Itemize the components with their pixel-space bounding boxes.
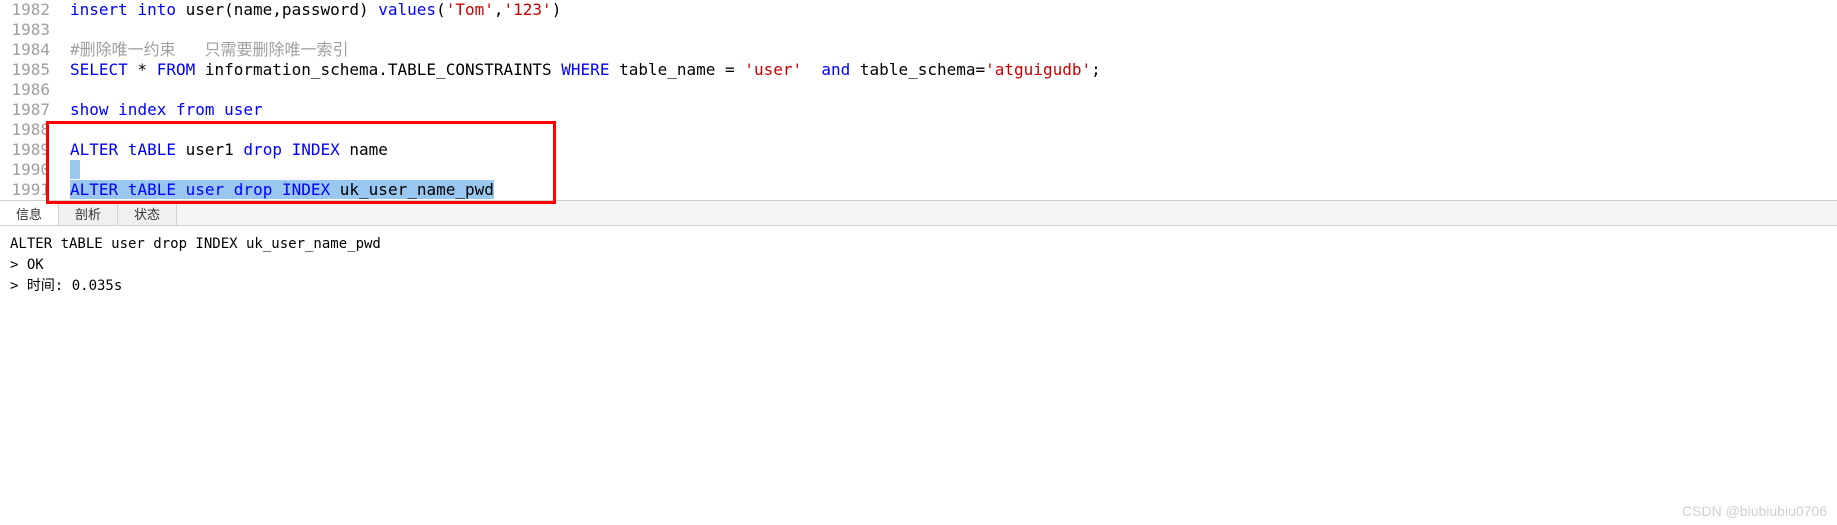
code-content[interactable] [60, 120, 70, 140]
code-line[interactable]: 1983 [0, 20, 1837, 40]
token: drop [234, 180, 273, 199]
token: into [137, 0, 176, 19]
code-line[interactable]: 1987show index from user [0, 100, 1837, 120]
code-content[interactable]: SELECT * FROM information_schema.TABLE_C… [60, 60, 1101, 80]
code-content[interactable]: show index from user [60, 100, 263, 120]
token: insert [70, 0, 128, 19]
code-content[interactable]: ALTER tABLE user drop INDEX uk_user_name… [60, 180, 494, 200]
token [224, 180, 234, 199]
line-number: 1986 [0, 80, 60, 100]
token: tABLE [128, 180, 176, 199]
token [118, 180, 128, 199]
code-content[interactable] [60, 160, 80, 180]
token: * [128, 60, 157, 79]
line-number: 1987 [0, 100, 60, 120]
code-line[interactable]: 1984 #删除唯一约束 只需要删除唯一索引 [0, 40, 1837, 60]
code-content[interactable]: #删除唯一约束 只需要删除唯一索引 [60, 40, 349, 60]
line-number: 1982 [0, 0, 60, 20]
token: ( [436, 0, 446, 19]
token: table_name = [609, 60, 744, 79]
token: user(name,password) [176, 0, 378, 19]
token: 'user' [744, 60, 802, 79]
token [215, 100, 225, 119]
token: FROM [157, 60, 196, 79]
token [109, 100, 119, 119]
token [128, 0, 138, 19]
line-number: 1989 [0, 140, 60, 160]
token: ; [1091, 60, 1101, 79]
token: from [176, 100, 215, 119]
code-line[interactable]: 1988 [0, 120, 1837, 140]
token: user [186, 180, 225, 199]
token [802, 60, 821, 79]
token: '123' [504, 0, 552, 19]
result-output: ALTER tABLE user drop INDEX uk_user_name… [0, 226, 1837, 305]
code-line[interactable]: 1982insert into user(name,password) valu… [0, 0, 1837, 20]
token: drop [243, 140, 282, 159]
code-content[interactable] [60, 80, 70, 100]
token: SELECT [70, 60, 128, 79]
token: user [224, 100, 263, 119]
code-content[interactable]: ALTER tABLE user1 drop INDEX name [60, 140, 388, 160]
token: 'Tom' [446, 0, 494, 19]
line-number: 1991 [0, 180, 60, 200]
result-tab[interactable]: 状态 [118, 201, 177, 225]
line-number: 1984 [0, 40, 60, 60]
result-tabbar: 信息剖析状态 [0, 200, 1837, 226]
token: values [378, 0, 436, 19]
token: name [340, 140, 388, 159]
code-line[interactable]: 1990 [0, 160, 1837, 180]
token: information_schema.TABLE_CONSTRAINTS [195, 60, 561, 79]
code-content[interactable]: insert into user(name,password) values('… [60, 0, 561, 20]
output-line: ALTER tABLE user drop INDEX uk_user_name… [10, 234, 1827, 255]
code-line[interactable]: 1989ALTER tABLE user1 drop INDEX name [0, 140, 1837, 160]
token: , [494, 0, 504, 19]
token [166, 100, 176, 119]
result-tab[interactable]: 剖析 [59, 201, 118, 225]
token: INDEX [292, 140, 340, 159]
token: INDEX [282, 180, 330, 199]
token: ) [552, 0, 562, 19]
output-line: > 时间: 0.035s [10, 276, 1827, 297]
code-line[interactable]: 1991ALTER tABLE user drop INDEX uk_user_… [0, 180, 1837, 200]
token: uk_user_name_pwd [330, 180, 494, 199]
token: ALTER [70, 180, 118, 199]
token: index [118, 100, 166, 119]
code-content[interactable] [60, 20, 70, 40]
token: 'atguigudb' [985, 60, 1091, 79]
watermark: CSDN @biubiubiu0706 [1682, 503, 1827, 519]
line-number: 1985 [0, 60, 60, 80]
token: table_schema= [850, 60, 985, 79]
token: tABLE [128, 140, 176, 159]
token: user1 [176, 140, 243, 159]
code-line[interactable]: 1985SELECT * FROM information_schema.TAB… [0, 60, 1837, 80]
token: and [821, 60, 850, 79]
code-line[interactable]: 1986 [0, 80, 1837, 100]
output-line: > OK [10, 255, 1827, 276]
line-number: 1990 [0, 160, 60, 180]
token [70, 160, 80, 179]
token: show [70, 100, 109, 119]
result-tab[interactable]: 信息 [0, 201, 59, 225]
line-number: 1988 [0, 120, 60, 140]
token [272, 180, 282, 199]
token: ALTER [70, 140, 118, 159]
token: #删除唯一约束 只需要删除唯一索引 [70, 40, 349, 59]
line-number: 1983 [0, 20, 60, 40]
token: WHERE [561, 60, 609, 79]
token [282, 140, 292, 159]
token [118, 140, 128, 159]
sql-editor[interactable]: 1982insert into user(name,password) valu… [0, 0, 1837, 200]
token [176, 180, 186, 199]
